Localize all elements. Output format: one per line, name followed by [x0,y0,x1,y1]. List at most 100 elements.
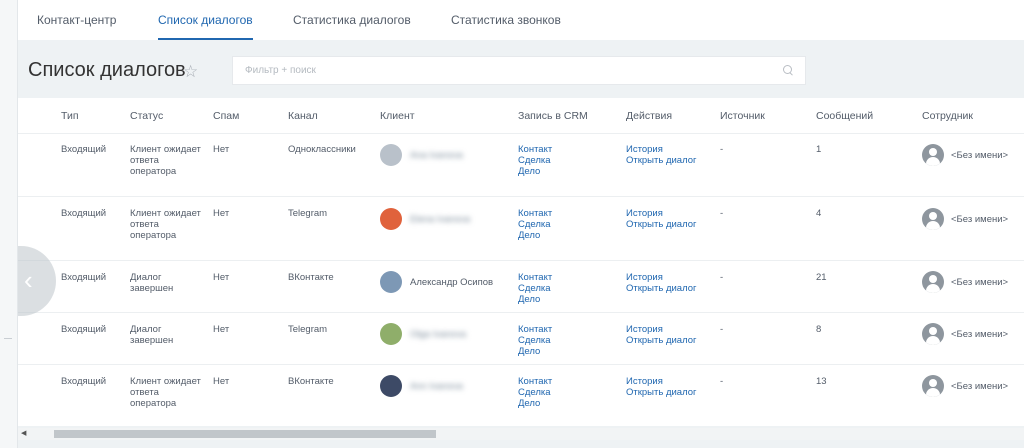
column-header-status[interactable]: Статус [130,110,163,122]
scrollbar-thumb[interactable] [54,430,436,438]
star-icon[interactable]: ☆ [183,62,198,82]
cell-messages: 8 [816,324,822,335]
column-header-messages[interactable]: Сообщений [816,110,873,122]
column-header-spam[interactable]: Спам [213,110,239,122]
left-sidebar-strip [0,0,18,448]
cell-spam: Нет [213,208,230,219]
crm-links: Контакт Сделка Дело [518,208,552,241]
table-row[interactable]: Входящий Клиент ожидает ответа оператора… [18,366,1024,426]
tab-bar: Контакт-центр Список диалогов Статистика… [18,0,1024,40]
history-link[interactable]: История [626,208,696,219]
employee-name[interactable]: <Без имени> [951,381,1008,392]
cell-type: Входящий [61,376,107,387]
client-avatar[interactable] [380,323,402,345]
filter-search-box [232,56,806,85]
column-header-actions[interactable]: Действия [626,110,672,122]
crm-case-link[interactable]: Дело [518,294,552,305]
tab-dialog-list[interactable]: Список диалогов [158,0,253,40]
employee-avatar-icon[interactable] [922,271,944,293]
crm-contact-link[interactable]: Контакт [518,324,552,335]
employee-avatar-icon[interactable] [922,208,944,230]
open-dialog-link[interactable]: Открыть диалог [626,387,696,398]
client-avatar[interactable] [380,144,402,166]
client-name[interactable]: Ana Ivanova [410,150,463,161]
employee-name[interactable]: <Без имени> [951,150,1008,161]
crm-case-link[interactable]: Дело [518,166,552,177]
tab-dialog-statistics[interactable]: Статистика диалогов [293,0,411,40]
column-header-employee[interactable]: Сотрудник [922,110,973,122]
client-name[interactable]: Olga Ivanova [410,329,466,340]
table-row[interactable]: Входящий Клиент ожидает ответа оператора… [18,135,1024,197]
crm-case-link[interactable]: Дело [518,230,552,241]
page-title: Список диалогов [28,59,186,81]
cell-source: - [720,144,724,155]
cell-messages: 1 [816,144,822,155]
column-header-source[interactable]: Источник [720,110,765,122]
open-dialog-link[interactable]: Открыть диалог [626,155,696,166]
cell-channel: ВКонтакте [288,272,334,283]
column-header-client[interactable]: Клиент [380,110,415,122]
cell-status: Клиент ожидает ответа оператора [130,144,201,177]
crm-deal-link[interactable]: Сделка [518,283,552,294]
crm-deal-link[interactable]: Сделка [518,155,552,166]
crm-deal-link[interactable]: Сделка [518,219,552,230]
action-links: История Открыть диалог [626,324,696,346]
horizontal-scrollbar[interactable]: ◀ [18,428,1024,440]
search-icon[interactable] [783,65,793,75]
column-header-channel[interactable]: Канал [288,110,318,122]
table-row[interactable]: Входящий Клиент ожидает ответа оператора… [18,198,1024,261]
cell-type: Входящий [61,144,107,155]
open-dialog-link[interactable]: Открыть диалог [626,335,696,346]
cell-messages: 21 [816,272,827,283]
employee-name[interactable]: <Без имени> [951,214,1008,225]
client-name[interactable]: Александр Осипов [410,277,493,288]
cell-status: Клиент ожидает ответа оператора [130,208,201,241]
employee-avatar-icon[interactable] [922,323,944,345]
cell-messages: 13 [816,376,827,387]
column-header-crm[interactable]: Запись в CRM [518,110,588,122]
tab-call-statistics[interactable]: Статистика звонков [451,0,561,40]
client-avatar[interactable] [380,208,402,230]
crm-contact-link[interactable]: Контакт [518,208,552,219]
crm-deal-link[interactable]: Сделка [518,335,552,346]
history-link[interactable]: История [626,376,696,387]
crm-case-link[interactable]: Дело [518,346,552,357]
employee-avatar-icon[interactable] [922,375,944,397]
client-name[interactable]: Elena Ivanova [410,214,470,225]
client-name[interactable]: Ann Ivanova [410,381,463,392]
cell-type: Входящий [61,272,107,283]
employee-name[interactable]: <Без имени> [951,329,1008,340]
crm-links: Контакт Сделка Дело [518,144,552,177]
crm-contact-link[interactable]: Контакт [518,144,552,155]
crm-contact-link[interactable]: Контакт [518,376,552,387]
open-dialog-link[interactable]: Открыть диалог [626,283,696,294]
cell-type: Входящий [61,324,107,335]
employee-avatar-icon[interactable] [922,144,944,166]
crm-case-link[interactable]: Дело [518,398,552,409]
crm-links: Контакт Сделка Дело [518,272,552,305]
table-row[interactable]: Входящий Диалог завершен Нет Telegram Ol… [18,314,1024,365]
action-links: История Открыть диалог [626,272,696,294]
history-link[interactable]: История [626,324,696,335]
client-avatar[interactable] [380,271,402,293]
table-row[interactable]: Входящий Диалог завершен Нет ВКонтакте А… [18,262,1024,313]
cell-source: - [720,208,724,219]
crm-links: Контакт Сделка Дело [518,324,552,357]
open-dialog-link[interactable]: Открыть диалог [626,219,696,230]
tab-contact-center[interactable]: Контакт-центр [37,0,116,40]
cell-channel: Одноклассники [288,144,356,155]
history-link[interactable]: История [626,144,696,155]
dialogs-table: Тип Статус Спам Канал Клиент Запись в CR… [18,98,1024,426]
crm-contact-link[interactable]: Контакт [518,272,552,283]
column-header-type[interactable]: Тип [61,110,79,122]
client-avatar[interactable] [380,375,402,397]
filter-search-input[interactable] [233,57,763,84]
chevron-left-icon: ‹ [24,265,33,295]
crm-deal-link[interactable]: Сделка [518,387,552,398]
employee-name[interactable]: <Без имени> [951,277,1008,288]
action-links: История Открыть диалог [626,208,696,230]
cell-channel: ВКонтакте [288,376,334,387]
history-link[interactable]: История [626,272,696,283]
action-links: История Открыть диалог [626,376,696,398]
scroll-left-arrow-icon[interactable]: ◀ [21,429,26,437]
